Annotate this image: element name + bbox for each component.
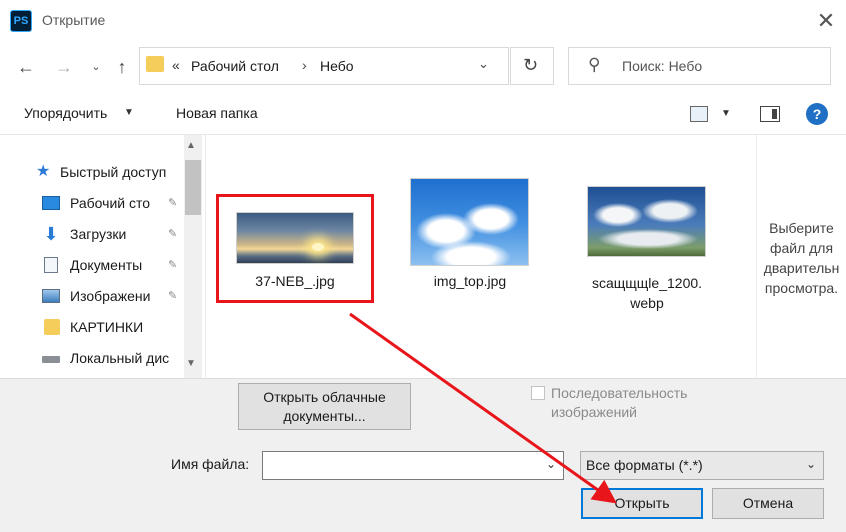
file-thumbnail-scale-webp[interactable]: [587, 186, 706, 257]
label-line: Последовательность: [551, 385, 688, 401]
caret-down-icon[interactable]: ▼: [124, 107, 134, 118]
search-placeholder: Поиск: Небо: [622, 58, 703, 74]
filename-dropdown-icon[interactable]: ⌄: [546, 457, 556, 471]
folder-icon: [146, 56, 164, 72]
pin-icon[interactable]: ✎: [168, 191, 177, 215]
filename-input[interactable]: [262, 451, 564, 480]
pin-icon[interactable]: ✎: [168, 284, 177, 308]
red-highlight-box: [216, 194, 374, 303]
open-button[interactable]: Открыть: [581, 488, 703, 519]
button-label-line: Открыть облачные: [263, 389, 386, 405]
open-cloud-documents-button[interactable]: Открыть облачные документы...: [238, 383, 411, 430]
drive-icon: [42, 356, 60, 363]
file-name-line: webp: [630, 295, 664, 311]
sidebar-item-label: Изображени: [70, 288, 151, 304]
folder-icon: [44, 319, 60, 335]
scroll-up-arrow-icon[interactable]: ▲: [186, 140, 196, 151]
preview-line: Выберите: [769, 220, 834, 236]
preview-line: файл для: [769, 240, 834, 256]
file-name-line: scaщщщle_1200.: [591, 275, 703, 291]
preview-line: просмотра.: [764, 280, 839, 296]
up-arrow-icon[interactable]: ↑: [110, 54, 134, 80]
window-title: Открытие: [42, 12, 106, 28]
pictures-icon: [42, 289, 60, 303]
preview-placeholder: Выберите файл для дварительн просмотра.: [757, 218, 846, 298]
cancel-button[interactable]: Отмена: [712, 488, 824, 519]
sidebar-item-label: Рабочий сто: [70, 195, 151, 211]
forward-arrow-icon[interactable]: →: [52, 54, 76, 80]
sidebar-divider: [205, 135, 206, 378]
recent-locations-chevron-icon[interactable]: ⌄: [88, 54, 104, 80]
pin-icon[interactable]: ✎: [168, 253, 177, 277]
help-icon[interactable]: ?: [806, 103, 828, 125]
organize-menu-button[interactable]: Упорядочить: [24, 105, 107, 121]
desktop-icon: [42, 196, 60, 210]
star-icon: ★: [36, 163, 51, 180]
title-bar: [0, 0, 846, 42]
pin-icon[interactable]: ✎: [168, 222, 177, 246]
breadcrumb-item-desktop[interactable]: Рабочий стол: [191, 58, 279, 74]
image-sequence-label: Последовательность изображений: [551, 384, 687, 422]
view-mode-icon[interactable]: [690, 106, 708, 122]
file-type-chevron-down-icon[interactable]: ⌄: [806, 457, 816, 471]
refresh-icon: ↻: [523, 55, 539, 75]
image-sequence-checkbox[interactable]: [531, 386, 545, 400]
label-line: изображений: [551, 404, 637, 420]
breadcrumb-item-sky[interactable]: Небо: [320, 58, 354, 74]
file-type-select[interactable]: Все форматы (*.*): [580, 451, 824, 480]
sidebar-item-label: Документы: [70, 257, 143, 273]
file-thumbnail-img-top[interactable]: [410, 178, 529, 266]
download-icon: ⬇: [43, 224, 59, 244]
breadcrumb-overflow-icon[interactable]: «: [172, 57, 180, 73]
sidebar-item-label: Быстрый доступ: [60, 164, 167, 180]
file-name-img-top[interactable]: img_top.jpg: [405, 273, 535, 289]
preview-line: дварительн: [763, 260, 840, 276]
view-caret-down-icon[interactable]: ▼: [721, 108, 731, 119]
breadcrumb-separator-icon[interactable]: ›: [302, 57, 307, 73]
address-dropdown-icon[interactable]: ⌄: [478, 56, 489, 72]
file-name-scale-webp[interactable]: scaщщщle_1200. webp: [578, 273, 716, 313]
sidebar-item-label: КАРТИНКИ: [70, 319, 144, 335]
search-icon: ⚲: [588, 55, 601, 74]
button-label-line: документы...: [283, 408, 366, 424]
filename-label: Имя файла:: [171, 456, 250, 472]
photoshop-logo-icon: PS: [10, 10, 32, 32]
new-folder-button[interactable]: Новая папка: [176, 105, 258, 121]
close-button[interactable]: ✕: [810, 6, 842, 36]
back-arrow-icon[interactable]: ←: [14, 54, 38, 80]
documents-icon: [44, 257, 58, 273]
sidebar-item-label: Локальный дис: [70, 350, 170, 366]
sidebar-item-label: Загрузки: [70, 226, 127, 242]
scroll-down-arrow-icon[interactable]: ▼: [186, 358, 196, 369]
scrollbar-thumb[interactable]: [185, 160, 201, 215]
preview-pane-toggle-icon[interactable]: [760, 106, 780, 122]
